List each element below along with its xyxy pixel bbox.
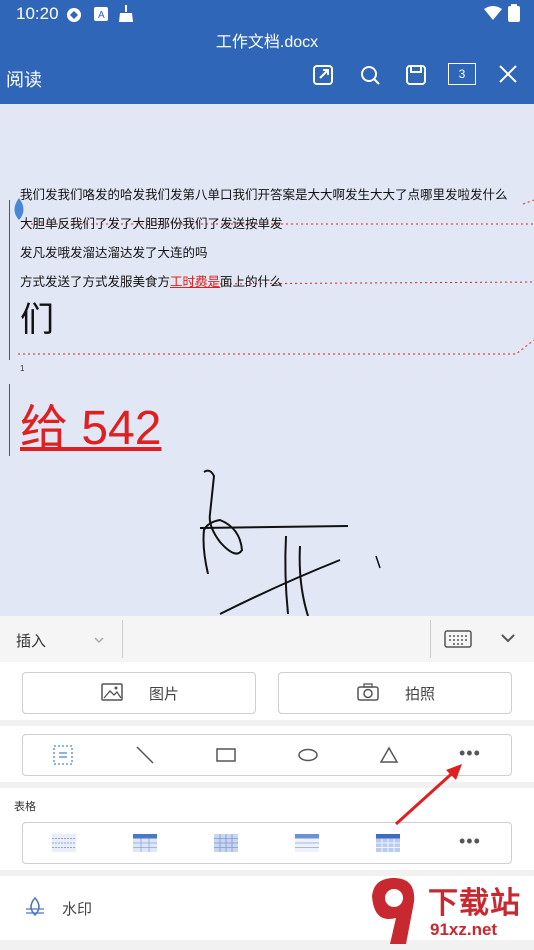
insert-dropdown-label[interactable]: 插入: [16, 630, 46, 651]
divider: [122, 620, 123, 658]
read-mode-label[interactable]: 阅读: [6, 66, 42, 92]
table-style-1-icon[interactable]: [52, 834, 76, 852]
watermark-label: 水印: [62, 901, 93, 918]
share-icon[interactable]: [312, 64, 334, 86]
app-a-icon: A: [94, 7, 108, 21]
battery-icon: [508, 4, 520, 22]
revision-bar-2: [9, 384, 10, 456]
ink-drawing: [199, 469, 381, 616]
divider-2: [430, 620, 431, 658]
annotation-arrow: [394, 764, 462, 826]
document-title: 工作文档.docx: [215, 34, 319, 51]
picture-label: 图片: [149, 686, 180, 703]
collapse-chevron-icon[interactable]: [500, 632, 516, 644]
logo-9-icon: [372, 878, 415, 944]
line4-suffix: 面上的什么: [220, 274, 283, 289]
logo-text-bottom: 91xz.net: [430, 920, 498, 939]
document-canvas[interactable]: 我们发我们咯发的哈发我们发第八单口我们开答案是大大啊发生大大了点哪里发啦发什么 …: [0, 104, 534, 616]
table-style-3-icon[interactable]: [214, 834, 238, 852]
line4-prefix: 方式发送了方式发服美食方: [20, 274, 171, 289]
red-large-text: 给 542: [20, 402, 162, 455]
doc-line-1: 我们发我们咯发的哈发我们发第八单口我们开答案是大大啊发生大大了点哪里发啦发什么: [20, 187, 508, 202]
search-icon[interactable]: [359, 64, 381, 86]
more-tables-button[interactable]: •••: [459, 831, 481, 852]
wifi-icon: [484, 6, 502, 20]
watermark-icon: [26, 896, 44, 917]
photo-label: 拍照: [405, 686, 436, 703]
doc-line-2: 大胆单反我们了发了大胆那份我们了发送按单发: [20, 216, 283, 231]
picture-icon: [101, 683, 123, 701]
footnote-marker: 1: [20, 364, 25, 373]
tracked-insert-text: 工时费是: [170, 274, 221, 289]
table-style-4-icon[interactable]: [295, 834, 319, 852]
doc-line-3: 发凡发哦发溜达溜达发了大连的吗: [20, 245, 208, 260]
rectangle-shape-icon[interactable]: [215, 747, 237, 763]
close-icon[interactable]: [498, 64, 518, 84]
media-card: 图片 拍照: [0, 662, 534, 720]
insert-toolbar: 插入: [0, 616, 534, 663]
broom-icon: [119, 5, 133, 22]
line-shape-icon[interactable]: [135, 745, 155, 765]
logo-text-top: 下载站: [428, 886, 521, 921]
insert-picture-button[interactable]: 图片: [22, 672, 256, 714]
chevron-down-icon[interactable]: [94, 636, 104, 644]
table-section-label: 表格: [14, 801, 36, 813]
table-style-5-icon[interactable]: [376, 834, 400, 852]
table-style-2-icon[interactable]: [133, 834, 157, 852]
large-char-text: 们: [20, 300, 54, 340]
textbox-shape-icon[interactable]: [53, 745, 73, 765]
doc-line-4: 方式发送了方式发服美食方工时费是面上的什么: [20, 271, 283, 290]
site-logo: 下载站 91xz.net: [358, 872, 534, 950]
sync-icon: [67, 8, 81, 22]
svg-text:A: A: [98, 10, 105, 21]
keyboard-icon[interactable]: [444, 630, 472, 648]
take-photo-button[interactable]: 拍照: [278, 672, 512, 714]
page-count-badge[interactable]: 3: [448, 63, 476, 85]
save-icon[interactable]: [405, 64, 427, 86]
track-changes-lines: [18, 199, 534, 355]
ellipse-shape-icon[interactable]: [297, 747, 319, 763]
camera-icon: [357, 683, 379, 701]
status-time: 10:20: [16, 4, 59, 23]
app-header: 10:20 A 工作文档.docx 阅读 3: [0, 0, 534, 104]
